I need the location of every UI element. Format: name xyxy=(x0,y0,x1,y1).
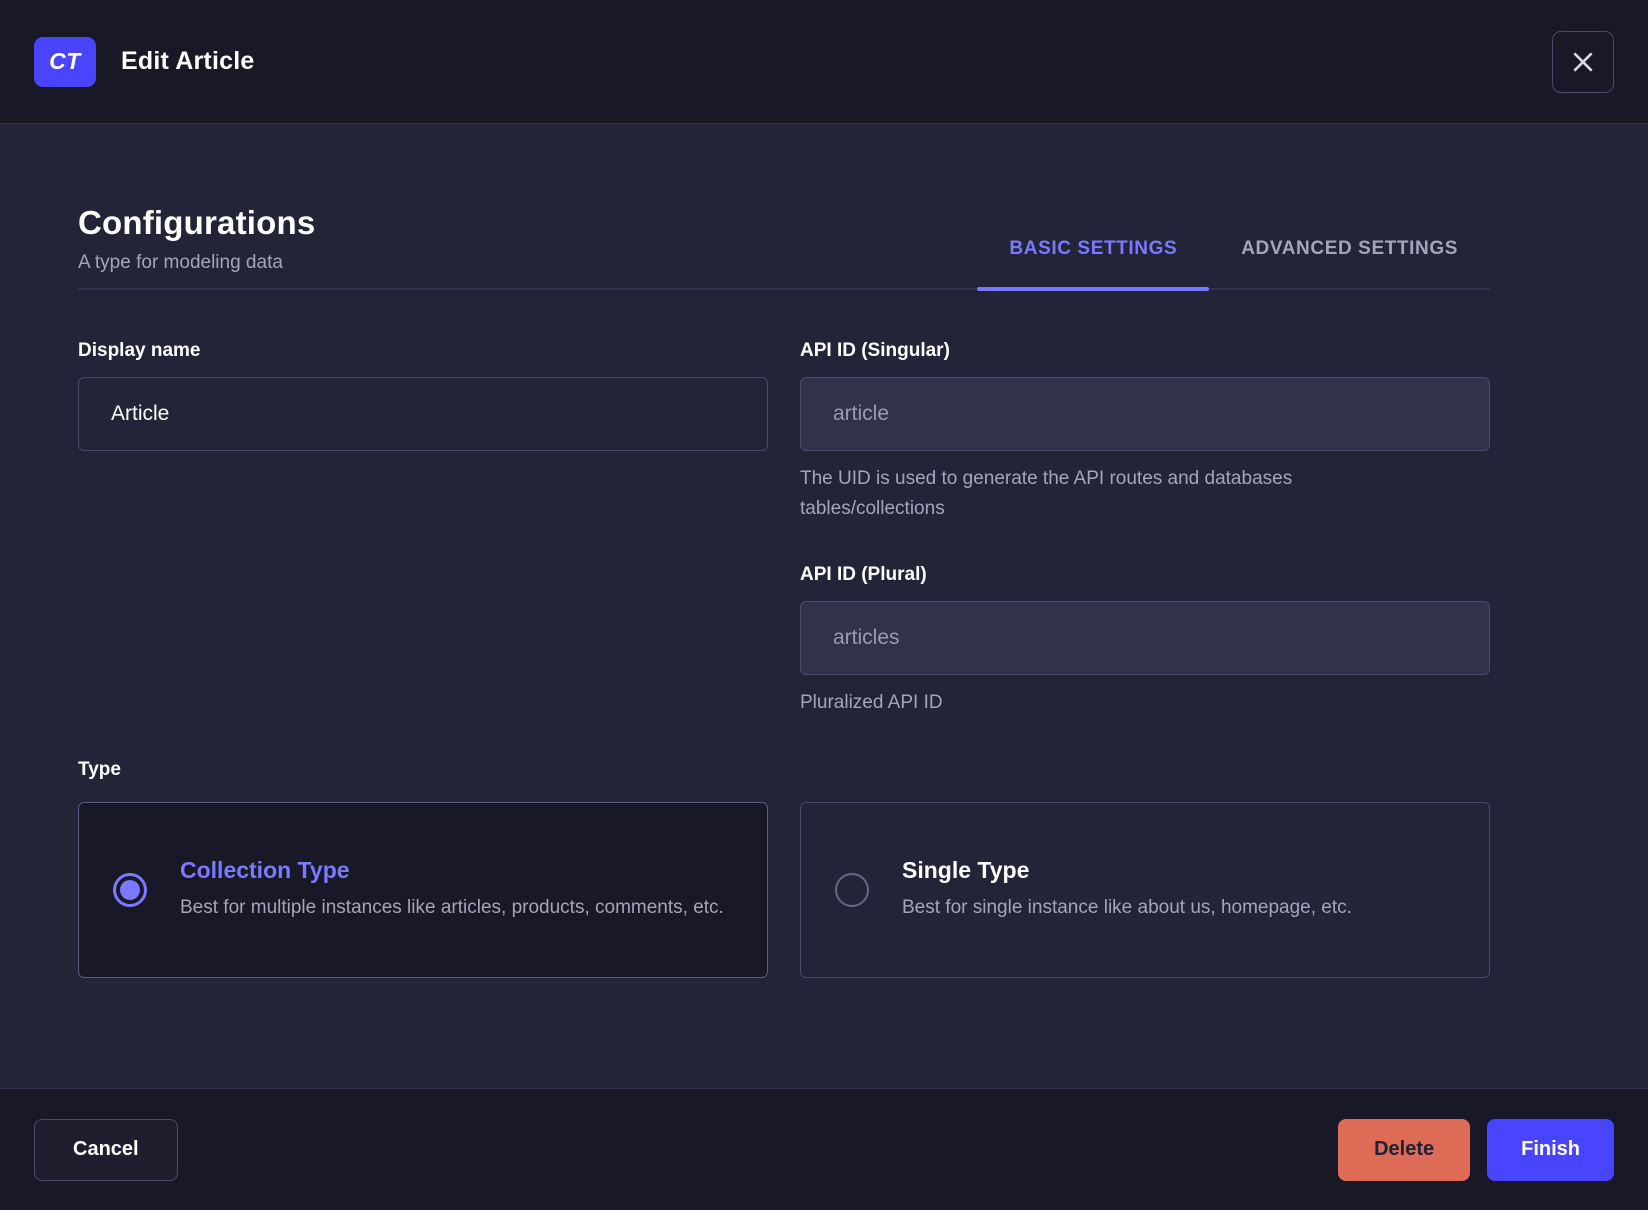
collection-type-radio[interactable] xyxy=(113,873,147,907)
modal-body: Configurations A type for modeling data … xyxy=(0,124,1648,1088)
single-type-title: Single Type xyxy=(902,857,1030,883)
content-type-badge: CT xyxy=(34,36,96,87)
api-id-plural-field-block: API ID (Plural) Pluralized API ID xyxy=(800,564,1490,718)
configurations-titles: Configurations A type for modeling data xyxy=(78,204,315,288)
cancel-button[interactable]: Cancel xyxy=(34,1118,178,1181)
settings-tabs: BASIC SETTINGS ADVANCED SETTINGS xyxy=(977,238,1490,291)
collection-type-card[interactable]: Collection Type Best for multiple instan… xyxy=(78,802,768,978)
modal-header: CT Edit Article xyxy=(0,0,1648,124)
close-icon xyxy=(1573,51,1593,72)
type-label: Type xyxy=(78,759,121,780)
collection-type-description: Best for multiple instances like article… xyxy=(180,897,724,918)
tab-basic-settings[interactable]: BASIC SETTINGS xyxy=(977,238,1210,291)
api-id-singular-field-block: API ID (Singular) The UID is used to gen… xyxy=(800,340,1490,524)
api-id-plural-label: API ID (Plural) xyxy=(800,564,927,585)
api-id-column: API ID (Singular) The UID is used to gen… xyxy=(800,340,1490,718)
modal-footer: Cancel Delete Finish xyxy=(0,1088,1648,1210)
api-id-singular-hint: The UID is used to generate the API rout… xyxy=(800,468,1293,519)
configurations-header: Configurations A type for modeling data … xyxy=(78,204,1490,291)
display-name-field-block: Display name xyxy=(78,340,768,718)
display-name-label: Display name xyxy=(78,340,201,361)
api-id-singular-input xyxy=(800,377,1490,451)
type-cards: Collection Type Best for multiple instan… xyxy=(78,802,1490,978)
api-id-plural-hint: Pluralized API ID xyxy=(800,692,943,713)
single-type-card[interactable]: Single Type Best for single instance lik… xyxy=(800,802,1490,978)
form-grid: Display name API ID (Singular) The UID i… xyxy=(78,340,1490,718)
page-subtitle: A type for modeling data xyxy=(78,252,283,273)
page-title: Configurations xyxy=(78,204,316,241)
collection-type-text: Collection Type Best for multiple instan… xyxy=(180,857,764,923)
display-name-input[interactable] xyxy=(78,377,768,451)
close-button[interactable] xyxy=(1552,30,1614,93)
finish-button[interactable]: Finish xyxy=(1487,1118,1614,1181)
delete-button[interactable]: Delete xyxy=(1338,1118,1471,1181)
content-type-badge-label: CT xyxy=(49,48,81,74)
modal-title: Edit Article xyxy=(121,47,255,75)
single-type-text: Single Type Best for single instance lik… xyxy=(902,857,1392,923)
type-section: Type Collection Type Best for multiple i… xyxy=(78,759,1490,978)
tab-advanced-settings[interactable]: ADVANCED SETTINGS xyxy=(1209,238,1490,288)
api-id-plural-input xyxy=(800,601,1490,675)
single-type-description: Best for single instance like about us, … xyxy=(902,897,1352,918)
collection-type-title: Collection Type xyxy=(180,857,350,883)
single-type-radio[interactable] xyxy=(835,873,869,907)
api-id-singular-label: API ID (Singular) xyxy=(800,340,950,361)
